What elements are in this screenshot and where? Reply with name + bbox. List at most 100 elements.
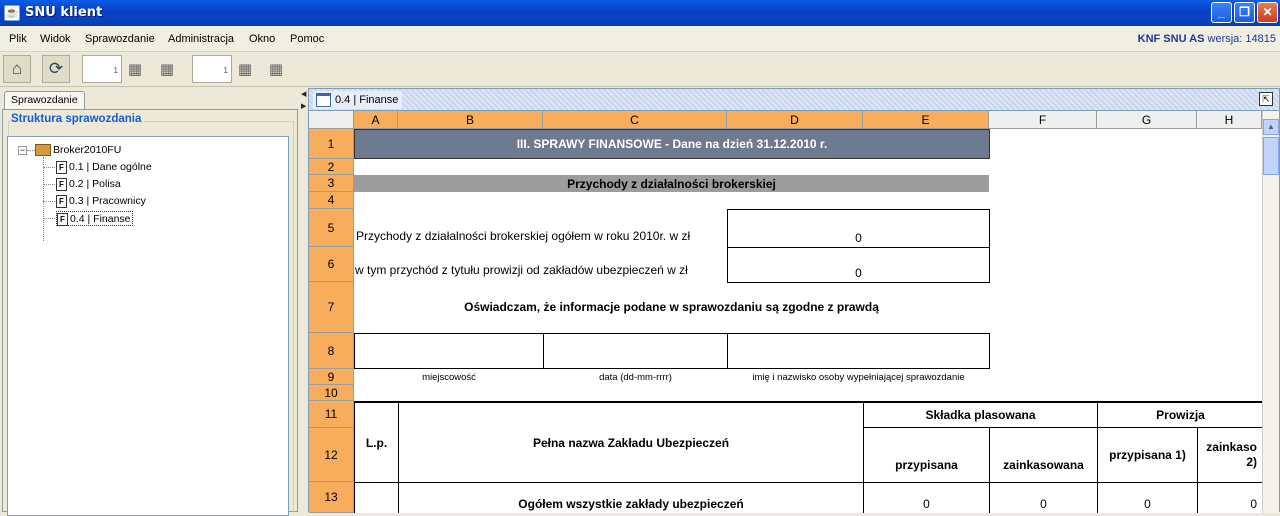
menu-sprawozdanie[interactable]: Sprawozdanie xyxy=(85,33,155,45)
close-button[interactable]: ✕ xyxy=(1257,2,1278,23)
table-view-icon[interactable]: ▦ xyxy=(265,59,287,79)
page-input-2[interactable]: 1 xyxy=(192,55,232,83)
splitter-right-arrow-icon[interactable]: ▶ xyxy=(301,102,306,110)
insurer-name-header: Pełna nazwa Zakładu Ubezpieczeń xyxy=(398,401,864,483)
toolbar: ⌂ ⟳ 1 ▦ ▦ 1 ▦ ▦ xyxy=(0,52,1280,87)
person-label: imię i nazwisko osoby wypełniającej spra… xyxy=(752,372,965,383)
structure-panel: Struktura sprawozdania − Broker2010FU F0… xyxy=(2,109,298,516)
tree-item-label: 0.2 | Polisa xyxy=(69,178,121,190)
menu-administracja[interactable]: Administracja xyxy=(168,33,234,45)
tree-connector xyxy=(43,184,55,185)
window-icon xyxy=(316,93,331,107)
menu-widok[interactable]: Widok xyxy=(40,33,71,45)
file-icon: F xyxy=(56,160,67,174)
tree-item-dane-ogolne[interactable]: F 0.1 | Dane ogólne xyxy=(56,160,152,175)
folder-icon xyxy=(35,144,51,157)
table-insert-icon[interactable]: ▦ xyxy=(234,59,256,79)
document-tab[interactable]: 0.4 | Finanse xyxy=(313,91,403,109)
scroll-up-icon[interactable]: ▲ xyxy=(1263,119,1279,135)
revenue-total-input[interactable]: 0 xyxy=(727,209,990,248)
total-premium-collected[interactable]: 0 xyxy=(989,482,1098,513)
tree-item-label: 0.4 | Finanse xyxy=(70,213,131,225)
row-header[interactable]: 7 xyxy=(309,282,354,333)
place-input[interactable] xyxy=(354,333,544,369)
file-icon: F xyxy=(56,177,67,191)
version-text: wersja: 14815 xyxy=(1204,33,1277,45)
minimize-button[interactable]: _ xyxy=(1211,2,1232,23)
place-label: miejscowość xyxy=(422,372,476,383)
window-title: SNU klient xyxy=(25,5,103,20)
collapse-icon[interactable]: − xyxy=(18,146,27,155)
row-header[interactable]: 8 xyxy=(309,333,354,369)
column-header-a[interactable]: A xyxy=(354,111,398,129)
title-bar: ☕ SNU klient _ ❐ ✕ xyxy=(0,0,1280,26)
undock-icon[interactable]: ⇱ xyxy=(1259,92,1273,106)
left-panel: Sprawozdanie Struktura sprawozdania − Br… xyxy=(0,88,300,516)
row-header[interactable]: 1 xyxy=(309,129,354,159)
page-input-1[interactable]: 1 xyxy=(82,55,122,83)
row-header[interactable]: 5 xyxy=(309,209,354,247)
tree-root[interactable]: Broker2010FU xyxy=(35,143,121,158)
lp-header: L.p. xyxy=(354,401,399,483)
commission-collected-header: zainkaso 2) xyxy=(1197,427,1262,483)
panel-splitter[interactable]: ◀ ▶ xyxy=(300,88,308,512)
row-header[interactable]: 4 xyxy=(309,192,354,209)
tree-item-pracownicy[interactable]: F 0.3 | Pracownicy xyxy=(56,194,146,209)
menu-bar: Plik Widok Sprawozdanie Administracja Ok… xyxy=(0,26,1280,52)
row-header[interactable]: 2 xyxy=(309,159,354,175)
commission-assigned-header: przypisana 1) xyxy=(1097,427,1198,483)
maximize-button[interactable]: ❐ xyxy=(1234,2,1255,23)
table-view-icon[interactable]: ▦ xyxy=(156,59,178,79)
tab-sprawozdanie[interactable]: Sprawozdanie xyxy=(4,91,85,109)
tree-connector xyxy=(43,157,44,241)
corner-header[interactable] xyxy=(309,111,354,129)
revenue-total-label: Przychody z działalności brokerskiej ogó… xyxy=(356,229,691,243)
column-header-c[interactable]: C xyxy=(543,111,727,129)
premium-header: Składka plasowana xyxy=(863,401,1098,428)
document-window: 0.4 | Finanse ⇱ A B C D E F G H 1 2 3 4 … xyxy=(308,88,1280,513)
tree-connector xyxy=(27,150,35,151)
premium-collected-header: zainkasowana xyxy=(989,427,1098,483)
tree-item-polisa[interactable]: F 0.2 | Polisa xyxy=(56,177,121,192)
java-cup-icon: ☕ xyxy=(4,5,20,21)
document-title: 0.4 | Finanse xyxy=(335,94,399,106)
date-input[interactable] xyxy=(543,333,728,369)
column-header-f[interactable]: F xyxy=(989,111,1097,129)
row-header[interactable]: 11 xyxy=(309,401,354,428)
commission-revenue-input[interactable]: 0 xyxy=(727,247,990,283)
scroll-thumb[interactable] xyxy=(1263,137,1279,175)
file-icon: F xyxy=(56,194,67,208)
row-header[interactable]: 13 xyxy=(309,482,354,513)
row-header[interactable]: 3 xyxy=(309,175,354,192)
tree-connector xyxy=(43,201,55,202)
tree-item-label: 0.1 | Dane ogólne xyxy=(69,161,152,173)
menu-pomoc[interactable]: Pomoc xyxy=(290,33,324,45)
total-commission-assigned[interactable]: 0 xyxy=(1097,482,1198,513)
group-title: Struktura sprawozdania xyxy=(11,113,145,125)
tree-item-finanse[interactable]: F 0.4 | Finanse xyxy=(56,211,133,226)
splitter-left-arrow-icon[interactable]: ◀ xyxy=(301,90,306,98)
column-header-b[interactable]: B xyxy=(398,111,543,129)
column-header-g[interactable]: G xyxy=(1097,111,1197,129)
menu-okno[interactable]: Okno xyxy=(249,33,275,45)
person-input[interactable] xyxy=(727,333,990,369)
brand-label: KNF SNU AS xyxy=(1137,33,1205,45)
refresh-icon[interactable]: ⟳ xyxy=(42,55,70,83)
row-header[interactable]: 12 xyxy=(309,428,354,482)
column-header-d[interactable]: D xyxy=(727,111,863,129)
table-insert-icon[interactable]: ▦ xyxy=(124,59,146,79)
row-header[interactable]: 6 xyxy=(309,247,354,282)
total-commission-collected[interactable]: 0 xyxy=(1197,482,1262,513)
report-tree: − Broker2010FU F 0.1 | Dane ogólne F 0.2 |… xyxy=(7,136,289,516)
row-header[interactable]: 10 xyxy=(309,385,354,401)
row-header[interactable]: 9 xyxy=(309,369,354,385)
column-header-h[interactable]: H xyxy=(1197,111,1262,129)
file-icon: F xyxy=(57,212,68,226)
home-icon[interactable]: ⌂ xyxy=(3,55,31,83)
column-header-e[interactable]: E xyxy=(863,111,989,129)
total-lp-cell xyxy=(354,482,399,513)
total-premium-assigned[interactable]: 0 xyxy=(863,482,990,513)
menu-plik[interactable]: Plik xyxy=(9,33,27,45)
vertical-scrollbar[interactable]: ▲ xyxy=(1262,111,1279,513)
report-title: III. SPRAWY FINANSOWE - Dane na dzień 31… xyxy=(354,129,990,159)
